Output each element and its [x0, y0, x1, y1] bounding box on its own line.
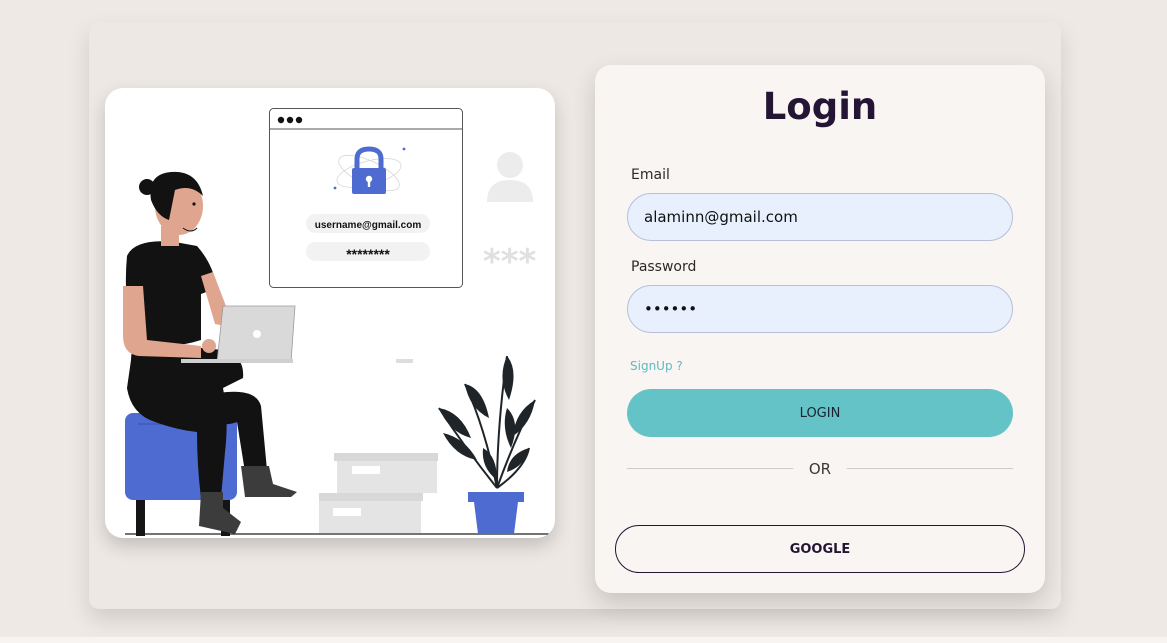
mock-email-text: username@gmail.com: [315, 220, 422, 231]
signup-link[interactable]: SignUp ?: [630, 359, 683, 373]
email-label: Email: [631, 167, 670, 183]
password-stars-decoration: ***: [483, 242, 537, 282]
user-silhouette-icon: [487, 152, 533, 202]
login-illustration: *** username@gmail.com ********: [105, 88, 555, 538]
small-note-graphic: [396, 359, 413, 363]
password-label: Password: [631, 259, 697, 275]
or-divider: OR: [627, 459, 1013, 479]
divider-line-right: [847, 468, 1013, 469]
email-input[interactable]: [627, 193, 1013, 241]
mock-password-text: ********: [346, 246, 390, 262]
login-form-card: Login Email Password SignUp ? LOGIN OR G…: [595, 65, 1045, 593]
potted-plant-graphic: [438, 355, 536, 534]
login-title: Login: [762, 85, 878, 128]
google-button[interactable]: GOOGLE: [615, 525, 1025, 573]
browser-window-graphic: username@gmail.com ********: [269, 108, 463, 288]
storage-boxes-graphic: [319, 453, 438, 533]
password-input[interactable]: [627, 285, 1013, 333]
divider-text: OR: [808, 460, 832, 478]
login-button[interactable]: LOGIN: [627, 389, 1013, 437]
bottom-strip: [0, 637, 1167, 643]
